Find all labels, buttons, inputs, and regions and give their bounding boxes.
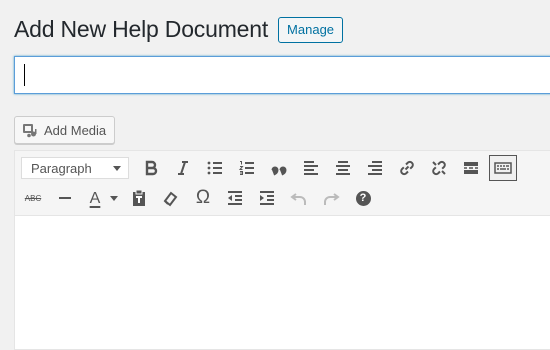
bulleted-list-icon[interactable] bbox=[201, 155, 229, 181]
toolbar-row-2: ABC A Ω ? bbox=[15, 183, 379, 213]
italic-icon[interactable] bbox=[169, 155, 197, 181]
help-label: ? bbox=[355, 190, 371, 206]
page-title: Add New Help Document bbox=[14, 16, 269, 42]
paste-as-text-icon[interactable] bbox=[125, 185, 153, 211]
text-color-icon[interactable]: A bbox=[83, 185, 107, 211]
horizontal-line-icon[interactable] bbox=[51, 185, 79, 211]
toolbar-row-1: Paragraph bbox=[15, 153, 519, 183]
increase-indent-icon[interactable] bbox=[253, 185, 281, 211]
toolbar-toggle-icon[interactable] bbox=[489, 155, 517, 181]
format-select-value: Paragraph bbox=[31, 160, 92, 176]
title-input[interactable] bbox=[14, 56, 550, 94]
omega-label: Ω bbox=[195, 187, 211, 208]
text-color-dropdown[interactable] bbox=[107, 185, 121, 211]
help-icon[interactable]: ? bbox=[349, 185, 377, 211]
editor-toolbar: Paragraph ABC A Ω ? bbox=[15, 151, 550, 216]
strikethrough-label: ABC bbox=[24, 193, 42, 203]
align-center-icon[interactable] bbox=[329, 155, 357, 181]
add-media-label: Add Media bbox=[44, 122, 107, 138]
remove-link-icon[interactable] bbox=[425, 155, 453, 181]
add-media-button[interactable]: Add Media bbox=[14, 116, 116, 144]
bold-icon[interactable] bbox=[137, 155, 165, 181]
chevron-down-icon bbox=[113, 166, 121, 171]
blockquote-icon[interactable] bbox=[265, 155, 293, 181]
strikethrough-icon[interactable]: ABC bbox=[19, 185, 47, 211]
text-color-label: A bbox=[89, 189, 101, 207]
align-left-icon[interactable] bbox=[297, 155, 325, 181]
redo-icon[interactable] bbox=[317, 185, 345, 211]
align-right-icon[interactable] bbox=[361, 155, 389, 181]
undo-icon[interactable] bbox=[285, 185, 313, 211]
decrease-indent-icon[interactable] bbox=[221, 185, 249, 211]
editor: Paragraph ABC A Ω ? bbox=[14, 150, 550, 350]
text-caret bbox=[24, 64, 25, 86]
paragraph-format-select[interactable]: Paragraph bbox=[21, 157, 129, 179]
clear-formatting-icon[interactable] bbox=[157, 185, 185, 211]
special-character-icon[interactable]: Ω bbox=[189, 185, 217, 211]
dropdown-arrow-icon bbox=[110, 195, 118, 201]
manage-button[interactable]: Manage bbox=[278, 16, 344, 43]
insert-link-icon[interactable] bbox=[393, 155, 421, 181]
read-more-icon[interactable] bbox=[457, 155, 485, 181]
page-header: Add New Help Document Manage bbox=[14, 14, 344, 44]
numbered-list-icon[interactable] bbox=[233, 155, 261, 181]
editor-content-area[interactable] bbox=[15, 216, 550, 349]
media-icon bbox=[22, 122, 38, 138]
